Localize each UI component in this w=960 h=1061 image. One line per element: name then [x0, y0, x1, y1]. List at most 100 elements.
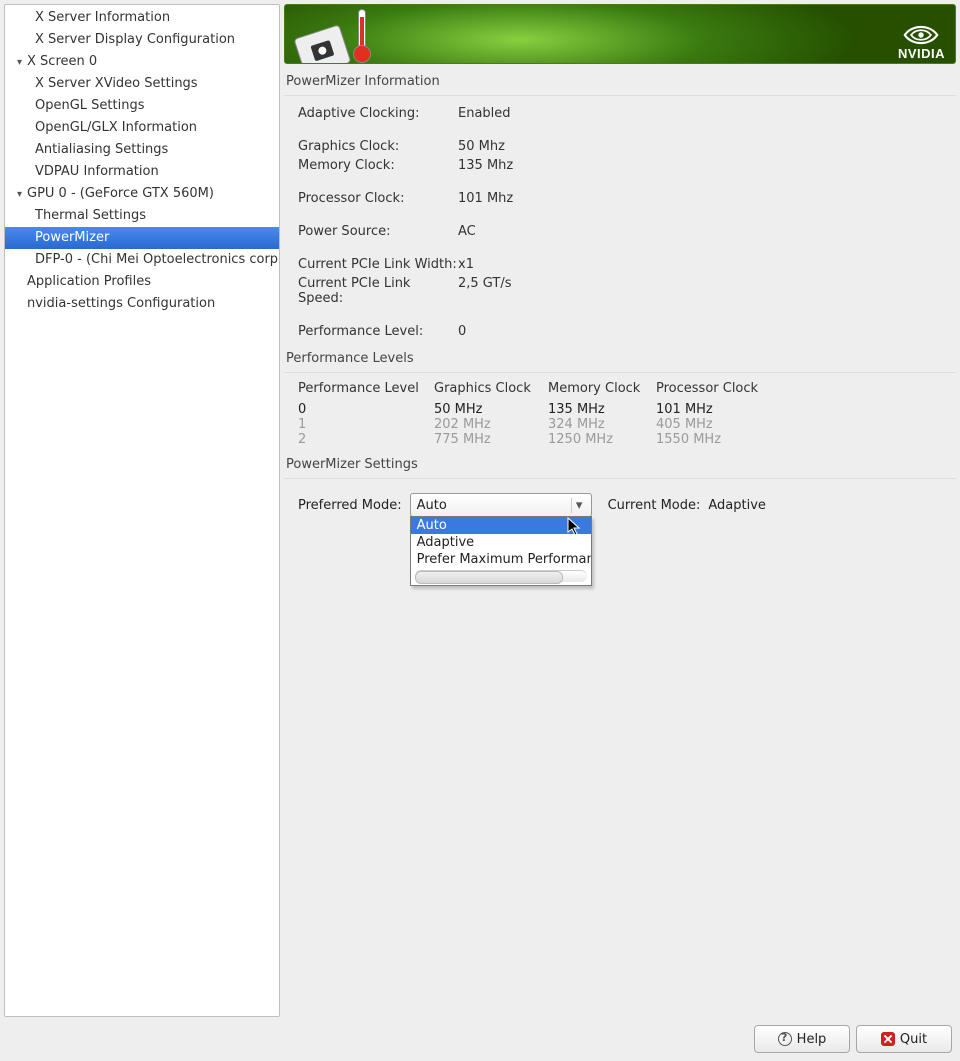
- section-title-levels: Performance Levels: [286, 351, 956, 366]
- app-window: X Server Information X Server Display Con…: [0, 0, 960, 1061]
- table-cell: 2: [298, 432, 434, 447]
- help-button[interactable]: Help: [754, 1025, 850, 1053]
- label-memory-clock: Memory Clock:: [298, 156, 458, 175]
- dropdown-option-max-performance[interactable]: Prefer Maximum Performanc: [411, 551, 591, 568]
- sidebar-item[interactable]: Thermal Settings: [5, 205, 279, 227]
- sidebar-item[interactable]: Application Profiles: [5, 271, 279, 293]
- label-graphics-clock: Graphics Clock:: [298, 137, 458, 156]
- sidebar-item[interactable]: OpenGL Settings: [5, 95, 279, 117]
- sidebar-item-label: X Server Information: [35, 10, 170, 25]
- chevron-down-icon: ▾: [571, 498, 587, 513]
- label-pcie-width: Current PCIe Link Width:: [298, 255, 458, 274]
- separator: [284, 95, 956, 96]
- table-cell: 1250 MHz: [548, 432, 656, 447]
- content-pane: NVIDIA PowerMizer Information Adaptive C…: [284, 4, 956, 1017]
- col-header-mem: Memory Clock: [548, 381, 656, 396]
- label-perf-level: Performance Level:: [298, 322, 458, 341]
- value-current-mode: Adaptive: [708, 498, 766, 513]
- col-header-gfx: Graphics Clock: [434, 381, 548, 396]
- label-adaptive-clocking: Adaptive Clocking:: [298, 104, 458, 123]
- col-header-level: Performance Level: [298, 381, 434, 396]
- quit-button[interactable]: Quit: [856, 1025, 952, 1053]
- section-title-settings: PowerMizer Settings: [286, 457, 956, 472]
- label-pcie-speed: Current PCIe Link Speed:: [298, 274, 458, 308]
- sidebar-item[interactable]: Antialiasing Settings: [5, 139, 279, 161]
- value-pcie-speed: 2,5 GT/s: [458, 274, 512, 308]
- table-row: 050 MHz135 MHz101 MHz: [298, 402, 956, 417]
- col-header-proc: Processor Clock: [656, 381, 796, 396]
- info-table: Adaptive Clocking: Enabled Graphics Cloc…: [298, 104, 956, 341]
- separator: [284, 478, 956, 479]
- thermometer-icon: [351, 9, 373, 64]
- sidebar-item[interactable]: VDPAU Information: [5, 161, 279, 183]
- sidebar-tree[interactable]: X Server Information X Server Display Con…: [4, 4, 280, 1017]
- sidebar-item-label: Thermal Settings: [35, 208, 146, 223]
- tree-expander-icon[interactable]: ▾: [17, 52, 27, 73]
- sidebar-item-label: DFP-0 - (Chi Mei Optoelectronics corp.): [35, 252, 279, 267]
- sidebar-item[interactable]: ▾X Screen 0: [5, 51, 279, 73]
- sidebar-item[interactable]: X Server Information: [5, 7, 279, 29]
- sidebar-item-label: VDPAU Information: [35, 164, 159, 179]
- label-power-source: Power Source:: [298, 222, 458, 241]
- quit-button-label: Quit: [900, 1032, 927, 1047]
- separator: [284, 372, 956, 373]
- value-power-source: AC: [458, 222, 476, 241]
- table-cell: 50 MHz: [434, 402, 548, 417]
- sidebar-item-label: GPU 0 - (GeForce GTX 560M): [27, 186, 214, 201]
- sidebar-item[interactable]: X Server XVideo Settings: [5, 73, 279, 95]
- settings-row: Preferred Mode: Auto ▾ Auto Adaptive Pre…: [298, 493, 956, 517]
- sidebar-item-label: nvidia-settings Configuration: [27, 296, 215, 311]
- sidebar-item-label: X Server XVideo Settings: [35, 76, 198, 91]
- sidebar-item-label: X Server Display Configuration: [35, 32, 235, 47]
- performance-levels-table: Performance Level Graphics Clock Memory …: [298, 381, 956, 447]
- preferred-mode-dropdown[interactable]: Auto Adaptive Prefer Maximum Performanc: [410, 516, 592, 586]
- dropdown-scrollbar[interactable]: [415, 570, 587, 582]
- nvidia-eye-icon: [903, 24, 939, 46]
- sidebar-item-label: OpenGL Settings: [35, 98, 145, 113]
- sidebar-item[interactable]: PowerMizer: [5, 227, 279, 249]
- table-row: 1202 MHz324 MHz405 MHz: [298, 417, 956, 432]
- value-processor-clock: 101 Mhz: [458, 189, 513, 208]
- value-perf-level: 0: [458, 322, 466, 341]
- dropdown-option-auto[interactable]: Auto: [411, 517, 591, 534]
- sidebar-item-label: OpenGL/GLX Information: [35, 120, 197, 135]
- label-processor-clock: Processor Clock:: [298, 189, 458, 208]
- sidebar-item[interactable]: OpenGL/GLX Information: [5, 117, 279, 139]
- table-cell: 202 MHz: [434, 417, 548, 432]
- section-title-info: PowerMizer Information: [286, 74, 956, 89]
- table-cell: 324 MHz: [548, 417, 656, 432]
- table-cell: 0: [298, 402, 434, 417]
- sidebar-item-label: Antialiasing Settings: [35, 142, 168, 157]
- banner: NVIDIA: [284, 4, 956, 64]
- table-cell: 405 MHz: [656, 417, 796, 432]
- label-current-mode: Current Mode:: [608, 498, 701, 513]
- help-icon: [778, 1032, 792, 1046]
- nvidia-logo-text: NVIDIA: [898, 46, 945, 61]
- preferred-mode-combobox[interactable]: Auto ▾: [410, 493, 592, 517]
- sidebar-item-label: PowerMizer: [35, 230, 109, 245]
- value-graphics-clock: 50 Mhz: [458, 137, 505, 156]
- sidebar-item[interactable]: DFP-0 - (Chi Mei Optoelectronics corp.): [5, 249, 279, 271]
- value-adaptive-clocking: Enabled: [458, 104, 511, 123]
- table-row: 2775 MHz1250 MHz1550 MHz: [298, 432, 956, 447]
- sidebar-item[interactable]: ▾GPU 0 - (GeForce GTX 560M): [5, 183, 279, 205]
- sidebar-item-label: Application Profiles: [27, 274, 151, 289]
- sidebar-item[interactable]: X Server Display Configuration: [5, 29, 279, 51]
- table-cell: 1: [298, 417, 434, 432]
- sidebar-item[interactable]: nvidia-settings Configuration: [5, 293, 279, 315]
- tree-expander-icon[interactable]: ▾: [17, 184, 27, 205]
- body-row: X Server Information X Server Display Con…: [4, 4, 956, 1017]
- table-header: Performance Level Graphics Clock Memory …: [298, 381, 956, 396]
- table-cell: 101 MHz: [656, 402, 796, 417]
- dropdown-option-adaptive[interactable]: Adaptive: [411, 534, 591, 551]
- help-button-label: Help: [797, 1032, 827, 1047]
- nvidia-logo: NVIDIA: [898, 24, 945, 63]
- table-cell: 1550 MHz: [656, 432, 796, 447]
- banner-left: [295, 9, 373, 63]
- footer: Help Quit: [4, 1017, 956, 1057]
- label-preferred-mode: Preferred Mode:: [298, 498, 402, 513]
- preferred-mode-value: Auto: [417, 498, 447, 513]
- value-pcie-width: x1: [458, 255, 474, 274]
- close-icon: [881, 1032, 895, 1046]
- value-memory-clock: 135 Mhz: [458, 156, 513, 175]
